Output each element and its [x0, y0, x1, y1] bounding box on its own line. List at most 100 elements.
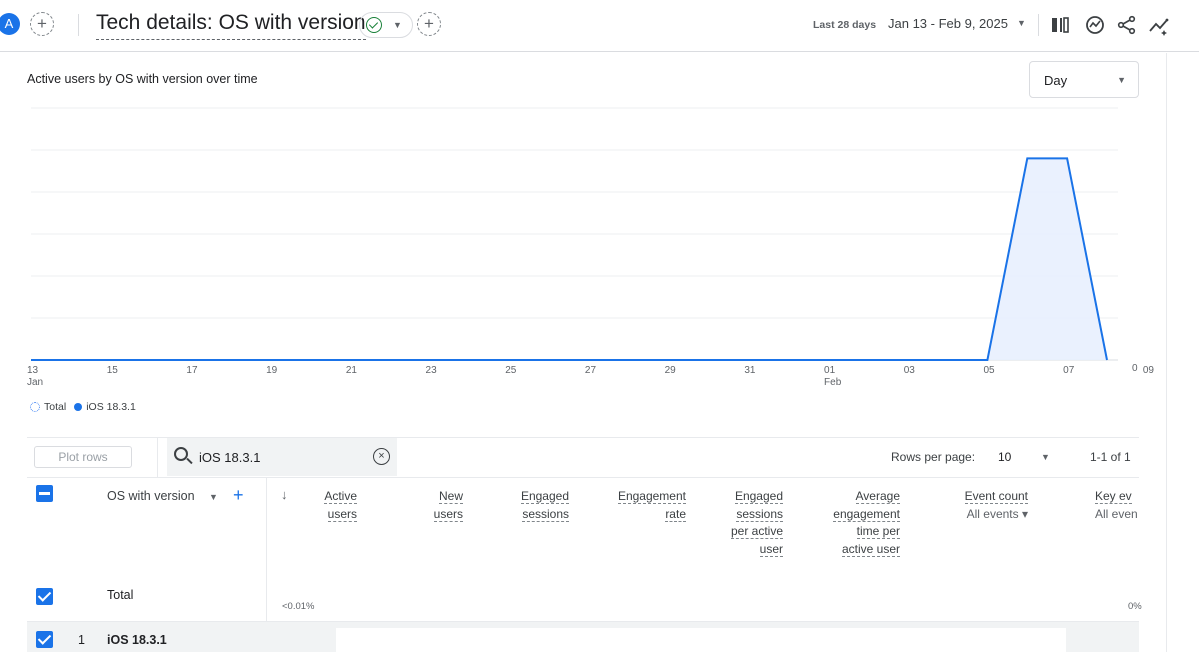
- row-checkbox[interactable]: [36, 631, 53, 648]
- active-users-chart: 0 13Jan 15 17 19 21 23 25 27 29 31 01Feb 03 05 07 09: [27, 107, 1155, 388]
- metric-header-label: active user: [841, 541, 900, 557]
- total-row-label: Total: [107, 588, 134, 602]
- granularity-select[interactable]: Day ▼: [1029, 61, 1139, 98]
- total-active-users-pct: <0.01%: [282, 601, 315, 612]
- metric-header[interactable]: Engaged sessions: [520, 488, 569, 523]
- clear-search-icon[interactable]: ×: [373, 448, 390, 465]
- metric-header-label: sessions: [736, 506, 783, 522]
- metric-header-label: Active: [324, 489, 357, 504]
- table-header-divider: [27, 477, 1139, 478]
- report-header: A + Tech details: OS with version ▼ + La…: [0, 0, 1199, 52]
- metric-header-label: engagement: [833, 506, 900, 522]
- legend-series-swatch: [74, 403, 83, 411]
- x-tick-label: 05: [983, 365, 995, 376]
- metric-header-label: New: [438, 489, 463, 504]
- account-avatar[interactable]: A: [0, 13, 20, 35]
- pagination-status: 1-1 of 1: [1090, 450, 1131, 464]
- x-tick-month-label: Feb: [824, 377, 842, 388]
- chevron-down-icon: ▼: [1117, 75, 1126, 85]
- chevron-down-icon[interactable]: ▼: [1041, 452, 1050, 462]
- metric-event-filter[interactable]: All even: [1095, 506, 1139, 524]
- metric-header-label: time per: [856, 524, 900, 539]
- row-os-name[interactable]: iOS 18.3.1: [107, 633, 167, 647]
- metric-header[interactable]: Engagement rate: [617, 488, 686, 523]
- metric-header-label: Average: [855, 489, 900, 504]
- add-dimension-button[interactable]: +: [233, 485, 244, 506]
- x-tick-label: 21: [346, 365, 358, 376]
- metric-header-label: user: [759, 541, 783, 557]
- x-tick-label: 23: [426, 365, 438, 376]
- legend-total-swatch: [30, 402, 40, 412]
- rows-per-page-label: Rows per page:: [891, 450, 976, 464]
- header-divider: [1038, 14, 1039, 36]
- metric-header-label: per active: [730, 524, 783, 539]
- metric-header-label: Key ev: [1095, 489, 1132, 504]
- table-row-values: [336, 628, 1066, 652]
- insights-icon[interactable]: [1082, 12, 1108, 38]
- date-range-chevron-icon[interactable]: ▼: [1017, 18, 1026, 28]
- table-search[interactable]: ×: [167, 438, 397, 476]
- select-all-checkbox[interactable]: [36, 485, 53, 502]
- sort-descending-icon[interactable]: ↓: [281, 487, 288, 502]
- metric-header-label: rate: [665, 506, 686, 522]
- metric-header[interactable]: Event count All events ▾: [964, 488, 1028, 524]
- share-icon[interactable]: [1114, 12, 1140, 38]
- metric-header[interactable]: Key ev All even: [1095, 488, 1139, 523]
- add-filter-button[interactable]: +: [417, 12, 441, 36]
- x-tick-label: 27: [585, 365, 597, 376]
- x-tick-month-label: Jan: [27, 377, 43, 388]
- row-index: 1: [78, 633, 85, 647]
- report-status-chip[interactable]: ▼: [359, 12, 413, 38]
- total-checkbox[interactable]: [36, 588, 53, 605]
- chevron-down-icon[interactable]: ▼: [209, 492, 218, 502]
- x-tick-label: 19: [266, 365, 278, 376]
- search-icon: [174, 447, 188, 461]
- panel-edge: [1166, 53, 1167, 652]
- report-title: Tech details: OS with version: [96, 11, 366, 40]
- x-tick-label: 25: [505, 365, 517, 376]
- header-divider: [78, 14, 79, 36]
- metric-header[interactable]: Average engagement time per active user: [833, 488, 900, 558]
- series-area-ios-18-3-1: [31, 158, 1107, 360]
- metric-header[interactable]: Active users: [324, 488, 357, 523]
- granularity-value: Day: [1044, 73, 1068, 88]
- x-tick-label: 07: [1063, 365, 1075, 376]
- legend-series-label: iOS 18.3.1: [86, 401, 136, 413]
- toolbar-divider: [157, 438, 158, 478]
- chevron-down-icon: ▼: [393, 20, 402, 30]
- rows-per-page-select[interactable]: 10: [998, 450, 1011, 464]
- date-preset-label[interactable]: Last 28 days: [813, 19, 876, 31]
- x-tick-label: 31: [744, 365, 756, 376]
- metric-header-label: Engagement: [617, 489, 686, 504]
- metric-header-label: sessions: [522, 506, 569, 522]
- metric-header-label: Engaged: [734, 489, 783, 504]
- chart-title: Active users by OS with version over tim…: [27, 72, 258, 86]
- add-comparison-button[interactable]: +: [30, 12, 54, 36]
- x-tick-label: 29: [665, 365, 677, 376]
- metric-header-label: users: [327, 506, 357, 522]
- legend-total-label: Total: [44, 401, 67, 413]
- metric-header[interactable]: New users: [433, 488, 463, 523]
- metric-header[interactable]: Engaged sessions per active user: [730, 488, 783, 558]
- x-tick-label: 17: [186, 365, 198, 376]
- metric-header-label: Event count: [964, 489, 1028, 504]
- x-tick-label: 13: [27, 365, 39, 376]
- y-tick-label: 0: [1132, 363, 1138, 374]
- date-range-picker[interactable]: Jan 13 - Feb 9, 2025: [888, 16, 1008, 31]
- x-tick-label: 09: [1143, 365, 1155, 376]
- x-tick-label: 01: [824, 365, 836, 376]
- metric-header-label: users: [433, 506, 463, 522]
- dimension-header[interactable]: OS with version: [107, 489, 195, 503]
- metric-header-label: Engaged: [520, 489, 569, 504]
- trending-icon[interactable]: [1146, 12, 1172, 38]
- search-input[interactable]: [199, 448, 359, 466]
- metric-event-filter[interactable]: All events ▾: [965, 506, 1028, 524]
- plot-rows-button[interactable]: Plot rows: [34, 446, 132, 468]
- x-tick-label: 03: [904, 365, 916, 376]
- x-tick-label: 15: [107, 365, 119, 376]
- compare-icon[interactable]: [1047, 12, 1073, 38]
- total-key-events-pct: 0%: [1128, 601, 1142, 612]
- check-circle-icon: [366, 17, 382, 33]
- chart-legend: Total iOS 18.3.1: [30, 401, 136, 413]
- series-line-ios-18-3-1: [31, 157, 1108, 361]
